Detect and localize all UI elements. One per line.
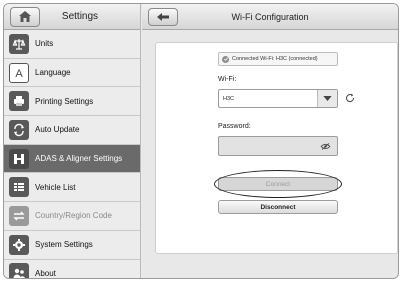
about-icon [9,263,29,278]
sidebar-item-label: Printing Settings [35,96,94,106]
check-icon [222,55,229,63]
sidebar-item-label: Units [35,39,54,49]
connection-status-text: Connected Wi-Fi: H3C (connected) [232,56,318,62]
sidebar-item-system-settings[interactable]: System Settings [4,230,140,260]
aligner-icon [9,148,29,169]
sidebar-item-language[interactable]: A Language [4,58,140,88]
app-window: Settings Units A Language Printing Setti… [3,3,399,279]
connection-status: Connected Wi-Fi: H3C (connected) [218,52,338,66]
sidebar-item-label: Language [35,68,71,78]
sidebar-item-about[interactable]: About [4,259,140,278]
eye-slash-icon[interactable] [320,142,331,150]
sidebar-item-label: ADAS & Aligner Settings [35,154,123,164]
scale-icon [9,33,29,54]
sidebar-title: Settings [61,11,99,22]
back-arrow-icon [157,12,169,21]
home-icon [19,11,31,22]
refresh-icon[interactable] [345,93,355,103]
svg-text:A: A [15,68,23,80]
disconnect-button[interactable]: Disconnect [218,200,338,214]
sidebar-item-country-region-code[interactable]: Country/Region Code [4,202,140,231]
home-button[interactable] [10,6,40,27]
region-icon [9,205,29,226]
sidebar-header: Settings [4,4,140,30]
sidebar-item-auto-update[interactable]: Auto Update [4,116,140,145]
sidebar: Settings Units A Language Printing Setti… [4,4,141,278]
sidebar-item-label: Auto Update [35,125,80,135]
wifi-select[interactable]: H3C [218,89,338,108]
sidebar-item-label: About [35,268,56,278]
wifi-selected-value: H3C [223,95,235,102]
chevron-down-icon[interactable] [317,90,337,107]
update-icon [9,119,29,140]
printer-icon [9,91,29,112]
password-input[interactable] [218,136,338,156]
main-content: Wi-Fi Configuration Connected Wi-Fi: H3C… [142,4,398,278]
sidebar-item-adas-aligner-settings[interactable]: ADAS & Aligner Settings [4,144,140,174]
gear-icon [9,234,29,255]
language-icon: A [9,62,29,83]
wifi-label: Wi-Fi: [218,76,237,83]
back-button[interactable] [148,7,178,26]
connect-highlight-ring [214,170,342,198]
wifi-config-panel: Connected Wi-Fi: H3C (connected) Wi-Fi: … [155,42,398,254]
sidebar-item-vehicle-list[interactable]: Vehicle List [4,173,140,203]
vehicle-list-icon [9,177,29,198]
sidebar-item-label: Country/Region Code [35,211,112,221]
page-title: Wi-Fi Configuration [231,11,309,22]
main-header: Wi-Fi Configuration [142,4,398,30]
password-label: Password: [218,123,251,130]
sidebar-item-label: System Settings [35,240,93,250]
sidebar-item-printing-settings[interactable]: Printing Settings [4,87,140,117]
sidebar-item-units[interactable]: Units [4,30,140,59]
sidebar-item-label: Vehicle List [35,182,76,192]
